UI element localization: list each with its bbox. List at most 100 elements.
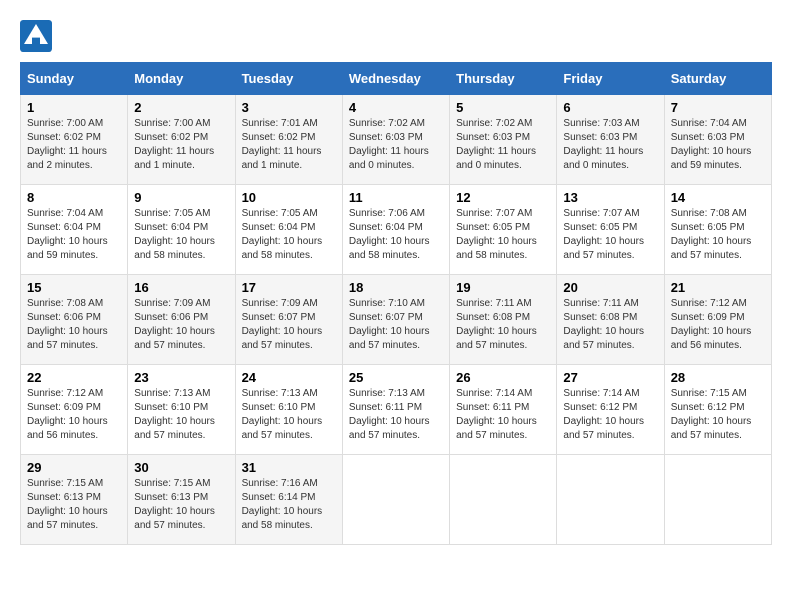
day-info: Sunrise: 7:04 AM Sunset: 6:03 PM Dayligh… <box>671 117 765 173</box>
calendar-cell: 12 Sunrise: 7:07 AM Sunset: 6:05 PM Dayli… <box>450 185 557 275</box>
calendar-cell <box>450 455 557 545</box>
calendar-cell: 21Sunrise: 7:12 AM Sunset: 6:09 PM Dayli… <box>664 275 771 365</box>
day-number: 8 <box>27 190 121 205</box>
calendar-cell <box>557 455 664 545</box>
calendar-cell: 28Sunrise: 7:15 AM Sunset: 6:12 PM Dayli… <box>664 365 771 455</box>
day-number: 6 <box>563 100 657 115</box>
day-info: Sunrise: 7:02 AM Sunset: 6:03 PM Dayligh… <box>456 117 550 173</box>
day-number: 11 <box>349 190 443 205</box>
day-info: Sunrise: 7:07 AM Sunset: 6:05 PM Dayligh… <box>456 207 550 263</box>
calendar-week-1: 1 Sunrise: 7:00 AM Sunset: 6:02 PM Daylig… <box>21 95 772 185</box>
calendar-cell: 13Sunrise: 7:07 AM Sunset: 6:05 PM Dayli… <box>557 185 664 275</box>
calendar-cell: 6 Sunrise: 7:03 AM Sunset: 6:03 PM Daylig… <box>557 95 664 185</box>
day-info: Sunrise: 7:13 AM Sunset: 6:11 PM Dayligh… <box>349 387 443 443</box>
day-number: 19 <box>456 280 550 295</box>
calendar-week-5: 29 Sunrise: 7:15 AM Sunset: 6:13 PM Dayli… <box>21 455 772 545</box>
day-number: 1 <box>27 100 121 115</box>
column-header-thursday: Thursday <box>450 63 557 95</box>
day-info: Sunrise: 7:15 AM Sunset: 6:13 PM Dayligh… <box>27 477 121 533</box>
day-number: 14 <box>671 190 765 205</box>
calendar-cell: 31 Sunrise: 7:16 AM Sunset: 6:14 PM Dayli… <box>235 455 342 545</box>
day-info: Sunrise: 7:09 AM Sunset: 6:07 PM Dayligh… <box>242 297 336 353</box>
calendar-cell: 15 Sunrise: 7:08 AM Sunset: 6:06 PM Dayli… <box>21 275 128 365</box>
day-info: Sunrise: 7:13 AM Sunset: 6:10 PM Dayligh… <box>242 387 336 443</box>
calendar-cell: 29 Sunrise: 7:15 AM Sunset: 6:13 PM Dayli… <box>21 455 128 545</box>
day-number: 31 <box>242 460 336 475</box>
day-number: 4 <box>349 100 443 115</box>
day-number: 28 <box>671 370 765 385</box>
day-number: 10 <box>242 190 336 205</box>
day-info: Sunrise: 7:05 AM Sunset: 6:04 PM Dayligh… <box>134 207 228 263</box>
day-number: 24 <box>242 370 336 385</box>
day-info: Sunrise: 7:12 AM Sunset: 6:09 PM Dayligh… <box>27 387 121 443</box>
day-number: 16 <box>134 280 228 295</box>
calendar-week-3: 15 Sunrise: 7:08 AM Sunset: 6:06 PM Dayli… <box>21 275 772 365</box>
day-number: 22 <box>27 370 121 385</box>
day-number: 26 <box>456 370 550 385</box>
calendar-cell: 11 Sunrise: 7:06 AM Sunset: 6:04 PM Dayli… <box>342 185 449 275</box>
day-number: 7 <box>671 100 765 115</box>
day-number: 21 <box>671 280 765 295</box>
calendar-cell: 3Sunrise: 7:01 AM Sunset: 6:02 PM Daylig… <box>235 95 342 185</box>
calendar-cell: 1 Sunrise: 7:00 AM Sunset: 6:02 PM Daylig… <box>21 95 128 185</box>
calendar-cell: 9 Sunrise: 7:05 AM Sunset: 6:04 PM Daylig… <box>128 185 235 275</box>
calendar-cell: 25 Sunrise: 7:13 AM Sunset: 6:11 PM Dayli… <box>342 365 449 455</box>
calendar-cell: 17 Sunrise: 7:09 AM Sunset: 6:07 PM Dayli… <box>235 275 342 365</box>
day-info: Sunrise: 7:14 AM Sunset: 6:12 PM Dayligh… <box>563 387 657 443</box>
day-info: Sunrise: 7:11 AM Sunset: 6:08 PM Dayligh… <box>563 297 657 353</box>
calendar-cell: 7 Sunrise: 7:04 AM Sunset: 6:03 PM Daylig… <box>664 95 771 185</box>
day-info: Sunrise: 7:08 AM Sunset: 6:06 PM Dayligh… <box>27 297 121 353</box>
day-info: Sunrise: 7:07 AM Sunset: 6:05 PM Dayligh… <box>563 207 657 263</box>
day-info: Sunrise: 7:16 AM Sunset: 6:14 PM Dayligh… <box>242 477 336 533</box>
calendar-cell: 5 Sunrise: 7:02 AM Sunset: 6:03 PM Daylig… <box>450 95 557 185</box>
day-number: 27 <box>563 370 657 385</box>
day-number: 30 <box>134 460 228 475</box>
calendar-table: SundayMondayTuesdayWednesdayThursdayFrid… <box>20 62 772 545</box>
calendar-week-4: 22 Sunrise: 7:12 AM Sunset: 6:09 PM Dayli… <box>21 365 772 455</box>
calendar-cell: 8 Sunrise: 7:04 AM Sunset: 6:04 PM Daylig… <box>21 185 128 275</box>
day-info: Sunrise: 7:02 AM Sunset: 6:03 PM Dayligh… <box>349 117 443 173</box>
calendar-cell: 16 Sunrise: 7:09 AM Sunset: 6:06 PM Dayli… <box>128 275 235 365</box>
column-header-tuesday: Tuesday <box>235 63 342 95</box>
calendar-cell <box>342 455 449 545</box>
calendar-cell: 2Sunrise: 7:00 AM Sunset: 6:02 PM Daylig… <box>128 95 235 185</box>
calendar-cell: 23 Sunrise: 7:13 AM Sunset: 6:10 PM Dayli… <box>128 365 235 455</box>
day-info: Sunrise: 7:11 AM Sunset: 6:08 PM Dayligh… <box>456 297 550 353</box>
day-info: Sunrise: 7:00 AM Sunset: 6:02 PM Dayligh… <box>134 117 228 173</box>
day-info: Sunrise: 7:04 AM Sunset: 6:04 PM Dayligh… <box>27 207 121 263</box>
day-number: 12 <box>456 190 550 205</box>
calendar-cell: 20 Sunrise: 7:11 AM Sunset: 6:08 PM Dayli… <box>557 275 664 365</box>
day-number: 29 <box>27 460 121 475</box>
column-header-wednesday: Wednesday <box>342 63 449 95</box>
calendar-cell: 30Sunrise: 7:15 AM Sunset: 6:13 PM Dayli… <box>128 455 235 545</box>
calendar-cell: 10 Sunrise: 7:05 AM Sunset: 6:04 PM Dayli… <box>235 185 342 275</box>
day-info: Sunrise: 7:13 AM Sunset: 6:10 PM Dayligh… <box>134 387 228 443</box>
calendar-cell: 24 Sunrise: 7:13 AM Sunset: 6:10 PM Dayli… <box>235 365 342 455</box>
calendar-cell: 4 Sunrise: 7:02 AM Sunset: 6:03 PM Daylig… <box>342 95 449 185</box>
day-info: Sunrise: 7:08 AM Sunset: 6:05 PM Dayligh… <box>671 207 765 263</box>
page-header <box>20 20 772 52</box>
day-info: Sunrise: 7:00 AM Sunset: 6:02 PM Dayligh… <box>27 117 121 173</box>
calendar-header-row: SundayMondayTuesdayWednesdayThursdayFrid… <box>21 63 772 95</box>
day-number: 3 <box>242 100 336 115</box>
day-number: 17 <box>242 280 336 295</box>
calendar-cell: 19 Sunrise: 7:11 AM Sunset: 6:08 PM Dayli… <box>450 275 557 365</box>
day-info: Sunrise: 7:14 AM Sunset: 6:11 PM Dayligh… <box>456 387 550 443</box>
day-info: Sunrise: 7:05 AM Sunset: 6:04 PM Dayligh… <box>242 207 336 263</box>
calendar-cell: 26 Sunrise: 7:14 AM Sunset: 6:11 PM Dayli… <box>450 365 557 455</box>
calendar-cell: 14 Sunrise: 7:08 AM Sunset: 6:05 PM Dayli… <box>664 185 771 275</box>
day-number: 15 <box>27 280 121 295</box>
day-number: 5 <box>456 100 550 115</box>
calendar-cell <box>664 455 771 545</box>
day-number: 9 <box>134 190 228 205</box>
day-info: Sunrise: 7:03 AM Sunset: 6:03 PM Dayligh… <box>563 117 657 173</box>
day-info: Sunrise: 7:06 AM Sunset: 6:04 PM Dayligh… <box>349 207 443 263</box>
logo <box>20 20 56 52</box>
calendar-cell: 18Sunrise: 7:10 AM Sunset: 6:07 PM Dayli… <box>342 275 449 365</box>
day-number: 20 <box>563 280 657 295</box>
calendar-cell: 27 Sunrise: 7:14 AM Sunset: 6:12 PM Dayli… <box>557 365 664 455</box>
day-info: Sunrise: 7:09 AM Sunset: 6:06 PM Dayligh… <box>134 297 228 353</box>
calendar-cell: 22 Sunrise: 7:12 AM Sunset: 6:09 PM Dayli… <box>21 365 128 455</box>
day-number: 25 <box>349 370 443 385</box>
day-number: 23 <box>134 370 228 385</box>
